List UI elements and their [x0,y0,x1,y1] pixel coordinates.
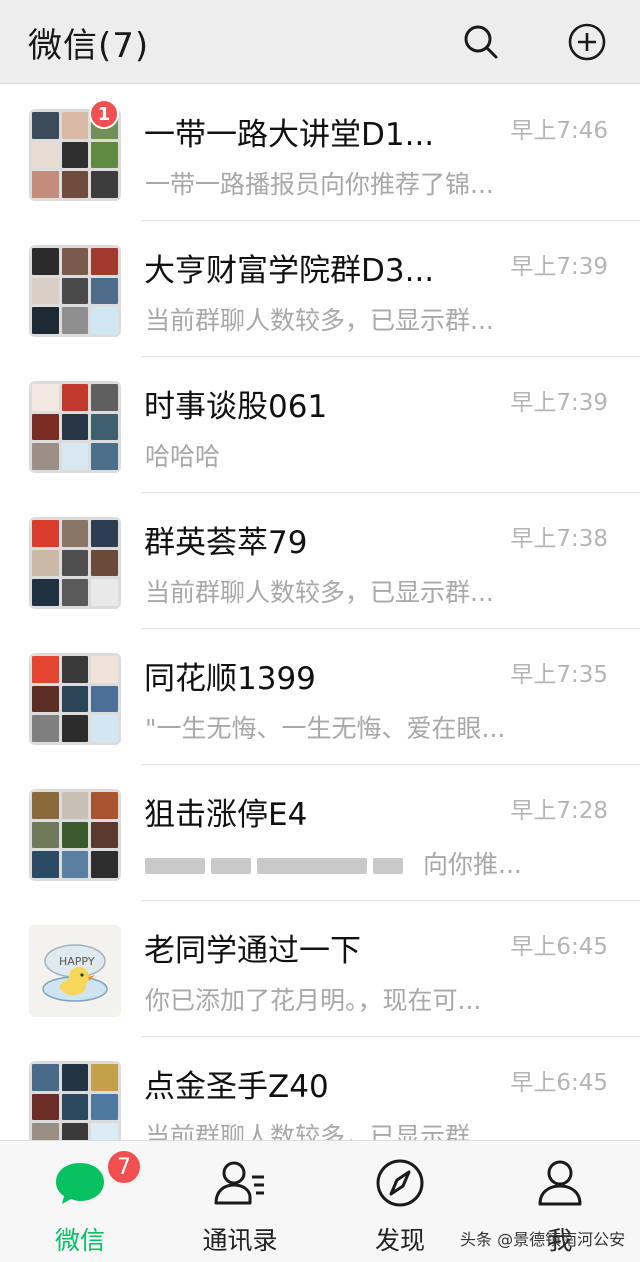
redacted-text [373,858,403,874]
tab-label: 微信 [54,1226,105,1255]
tab-contacts[interactable]: 通讯录 [180,1141,300,1262]
unread-badge: 7 [106,1149,142,1185]
chat-row[interactable]: 同花顺1399 早上7:35 "一生无悔、一生无悔、爱在眼... [0,629,640,765]
chat-preview: 一带一路播报员向你推荐了锦... [145,170,494,199]
svg-text:HAPPY: HAPPY [59,955,95,968]
chat-name: 老同学通过一下 [144,933,361,969]
chat-time: 早上6:45 [510,934,608,960]
chat-name: 群英荟萃79 [144,525,308,561]
chat-preview: 当前群聊人数较多，已显示群... [145,306,494,335]
chat-name: 同花顺1399 [144,661,316,697]
search-icon [464,25,498,59]
chat-row[interactable]: 大亨财富学院群D3... 早上7:39 当前群聊人数较多，已显示群... [0,221,640,357]
plus-circle-icon [568,23,606,61]
group-avatar [29,381,121,473]
tab-chats[interactable]: 7 微信 [20,1141,142,1262]
group-avatar [29,1061,121,1140]
chat-preview-text: 向你推... [423,850,522,879]
tab-discover[interactable]: 发现 [340,1141,460,1262]
chat-name: 点金圣手Z40 [144,1069,329,1105]
duck-sticker-icon: HAPPY [29,925,121,1017]
chat-time: 早上7:39 [510,390,608,416]
redacted-text [211,858,251,874]
chat-name: 大亨财富学院群D3... [144,253,435,289]
group-avatar [29,653,121,745]
chat-bubble-icon [56,1163,104,1204]
chat-name: 狙击涨停E4 [144,797,308,833]
chat-time: 早上7:46 [510,118,608,144]
chat-preview: 哈哈哈 [145,442,221,471]
chat-preview: 你已添加了花月明。，现在可... [145,986,482,1015]
contact-avatar: HAPPY [29,925,121,1017]
chat-time: 早上6:45 [510,1070,608,1096]
chat-time: 早上7:38 [510,526,608,552]
chat-time: 早上7:39 [510,254,608,280]
contacts-icon [214,1161,264,1205]
chat-row[interactable]: 群英荟萃79 早上7:38 当前群聊人数较多，已显示群... [0,493,640,629]
chat-row[interactable]: HAPPY 老同学通过一下 早上6:45 你已添加了花月明。，现在可... [0,901,640,1037]
page-title: 微信(7) [28,26,150,66]
chat-preview: 当前群聊人数较多，已显示群... [145,578,494,607]
chat-name: 时事谈股061 [144,389,328,425]
group-avatar [29,245,121,337]
chat-list[interactable]: 1 一带一路大讲堂D1... 早上7:46 一带一路播报员向你推荐了锦... 大… [0,85,640,1140]
chat-preview: "一生无悔、一生无悔、爱在眼... [145,714,506,743]
chat-row[interactable]: 狙击涨停E4 早上7:28 向你推... [0,765,640,901]
group-avatar [29,789,121,881]
watermark: 头条 @景德镇南河公安 [460,1230,626,1249]
compass-icon [376,1159,424,1207]
chat-time: 早上7:28 [510,798,608,824]
add-button[interactable] [565,20,609,64]
redacted-text [145,858,205,874]
chat-time: 早上7:35 [510,662,608,688]
group-avatar [29,517,121,609]
person-icon [538,1160,582,1206]
chat-name: 一带一路大讲堂D1... [144,117,435,153]
search-button[interactable] [459,20,503,64]
chat-preview: 向你推... [145,845,522,881]
tab-label: 发现 [374,1226,425,1255]
tab-label: 通讯录 [202,1226,278,1255]
redacted-text [257,858,367,874]
unread-badge: 1 [89,99,119,129]
chat-row[interactable]: 时事谈股061 早上7:39 哈哈哈 [0,357,640,493]
chat-row[interactable]: 1 一带一路大讲堂D1... 早上7:46 一带一路播报员向你推荐了锦... [0,85,640,221]
chat-row[interactable]: 点金圣手Z40 早上6:45 当前群聊人数较多，已显示群... [0,1037,640,1140]
chat-preview: 当前群聊人数较多，已显示群... [145,1122,494,1140]
top-bar: 微信(7) [0,0,640,84]
